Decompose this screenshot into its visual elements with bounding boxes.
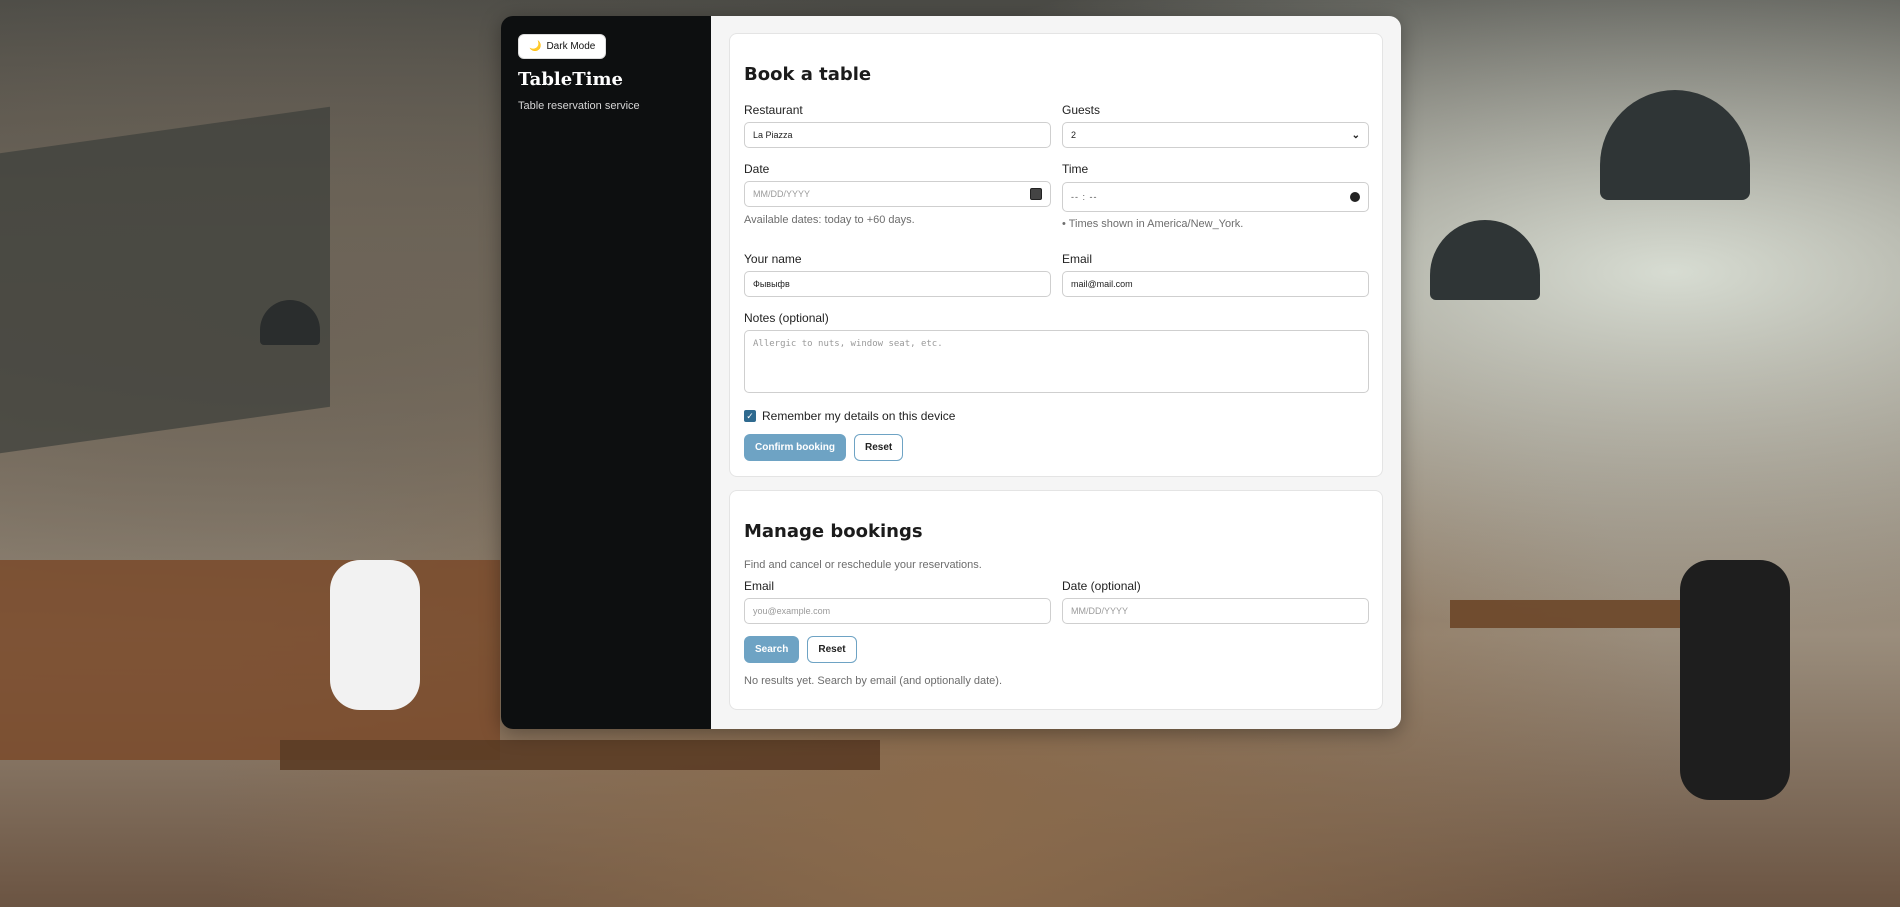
reset-booking-button[interactable]: Reset: [854, 434, 904, 461]
confirm-booking-button[interactable]: Confirm booking: [744, 434, 846, 461]
reset-search-button[interactable]: Reset: [807, 636, 857, 663]
notes-textarea[interactable]: Allergic to nuts, window seat, etc.: [744, 330, 1369, 393]
name-value: Фывыфв: [753, 279, 790, 289]
date-label: Date: [744, 162, 770, 176]
date-input[interactable]: MM/DD/YYYY: [744, 181, 1051, 207]
email-input[interactable]: mail@mail.com: [1062, 271, 1369, 297]
brand-tagline: Table reservation service: [518, 100, 640, 112]
restaurant-label: Restaurant: [744, 103, 803, 117]
main-content: Book a table Restaurant La Piazza Guests…: [711, 16, 1401, 729]
notes-placeholder: Allergic to nuts, window seat, etc.: [753, 339, 943, 349]
manage-actions: Search Reset: [744, 636, 857, 663]
restaurant-input[interactable]: La Piazza: [744, 122, 1051, 148]
email-value: mail@mail.com: [1071, 279, 1133, 289]
search-button[interactable]: Search: [744, 636, 800, 663]
remember-label: Remember my details on this device: [762, 409, 956, 423]
manage-description: Find and cancel or reschedule your reser…: [744, 559, 982, 571]
restaurant-value: La Piazza: [753, 130, 793, 140]
email-label: Email: [1062, 252, 1093, 266]
guests-select[interactable]: 2 ⌄: [1062, 122, 1369, 148]
name-input[interactable]: Фывыфв: [744, 271, 1051, 297]
time-hint: • Times shown in America/New_York.: [1062, 218, 1244, 230]
booking-card: Book a table Restaurant La Piazza Guests…: [729, 33, 1383, 477]
brand-title: TableTime: [518, 69, 623, 90]
manage-date-label: Date (optional): [1062, 579, 1141, 593]
remember-checkbox[interactable]: ✓: [744, 410, 756, 422]
time-input[interactable]: -- : --: [1062, 182, 1369, 212]
date-placeholder: MM/DD/YYYY: [753, 189, 811, 199]
booking-title: Book a table: [744, 64, 872, 85]
guests-value: 2: [1071, 130, 1077, 140]
chevron-down-icon: ⌄: [1351, 129, 1360, 141]
guests-label: Guests: [1062, 103, 1101, 117]
clock-icon[interactable]: [1350, 192, 1360, 202]
sidebar: 🌙 Dark Mode TableTime Table reservation …: [501, 16, 711, 729]
name-label: Your name: [744, 252, 802, 266]
manage-card: Manage bookings Find and cancel or resch…: [729, 490, 1383, 710]
manage-email-input[interactable]: you@example.com: [744, 598, 1051, 624]
dark-mode-toggle[interactable]: 🌙 Dark Mode: [518, 34, 607, 59]
notes-label: Notes (optional): [744, 311, 829, 325]
booking-actions: Confirm booking Reset: [744, 434, 904, 461]
time-placeholder: -- : --: [1071, 192, 1098, 202]
date-hint: Available dates: today to +60 days.: [744, 214, 915, 226]
manage-title: Manage bookings: [744, 521, 923, 542]
calendar-icon[interactable]: [1030, 188, 1042, 200]
manage-date-placeholder: MM/DD/YYYY: [1071, 606, 1129, 616]
results-text: No results yet. Search by email (and opt…: [744, 675, 1003, 687]
dark-mode-label: Dark Mode: [546, 41, 596, 52]
manage-email-label: Email: [744, 579, 775, 593]
manage-date-input[interactable]: MM/DD/YYYY: [1062, 598, 1369, 624]
app-window: 🌙 Dark Mode TableTime Table reservation …: [501, 16, 1401, 729]
time-label: Time: [1062, 162, 1089, 176]
moon-icon: 🌙: [529, 41, 542, 52]
remember-row: ✓ Remember my details on this device: [744, 409, 955, 423]
manage-email-placeholder: you@example.com: [753, 606, 831, 616]
